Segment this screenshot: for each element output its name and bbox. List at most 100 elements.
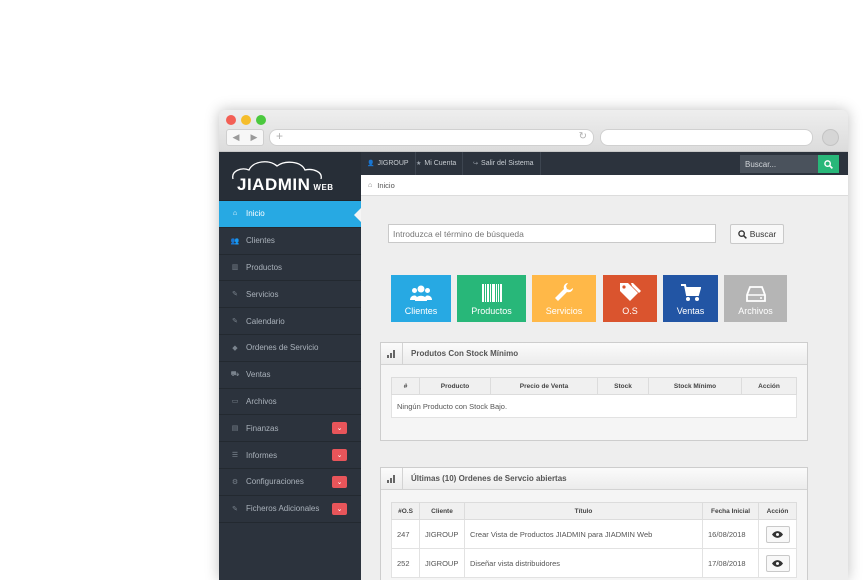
view-order-button[interactable] — [765, 525, 790, 543]
user-icon: 👤 — [367, 161, 375, 167]
column-header: Acción — [758, 502, 797, 520]
forward-arrow-icon[interactable]: ▶ — [251, 132, 258, 143]
tile-archivos[interactable]: Archivos — [724, 275, 787, 322]
tile-clientes[interactable]: Clientes — [391, 275, 451, 322]
order-client: JIGROUP — [419, 548, 465, 578]
home-icon: ⌂ — [368, 181, 373, 189]
address-bar[interactable]: + ↻ — [269, 129, 594, 146]
account-link[interactable]: ★ Mi Cuenta — [410, 152, 464, 175]
signal-icon — [381, 342, 403, 365]
stock-panel-header: Produtos Con Stock Mínimo — [381, 342, 807, 365]
top-search-button[interactable] — [818, 155, 839, 173]
view-order-button[interactable] — [765, 554, 790, 572]
stock-table: # Producto Precio de Venta Stock Stock M… — [391, 377, 797, 418]
users-icon: 👥 — [230, 237, 240, 245]
breadcrumb: ⌂ Inicio — [361, 175, 848, 196]
column-header: Stock Mínimo — [648, 377, 742, 395]
order-title: Crear Vista de Productos JIADMIN para JI… — [464, 519, 703, 549]
browser-nav-buttons[interactable]: ◀ ▶ — [226, 129, 264, 146]
sidebar-item-archivos[interactable]: ▭ Archivos — [219, 389, 361, 416]
signal-icon — [381, 467, 403, 490]
money-icon: ▤ — [231, 425, 239, 433]
empty-message: Ningún Producto con Stock Bajo. — [391, 394, 797, 418]
home-icon: ⌂ — [232, 210, 238, 218]
maximize-window-button[interactable] — [256, 115, 266, 125]
table-header-row: # Producto Precio de Venta Stock Stock M… — [391, 377, 797, 395]
sidebar-item-label: Ventas — [246, 370, 271, 380]
browser-window: ◀ ▶ + ↻ JIADMIN WEB ⌂ Inicio 👥 Clientes ▥ Prod… — [219, 110, 848, 580]
sidebar-item-label: Inicio — [246, 209, 265, 219]
orders-panel: Últimas (10) Ordenes de Servcio abiertas… — [380, 467, 808, 580]
orders-panel-header: Últimas (10) Ordenes de Servcio abiertas — [381, 467, 807, 490]
sidebar-item-ficheros-adicionales[interactable]: ✎ Ficheros Adicionales ⌄ — [219, 496, 361, 523]
share-icon: ↪ — [473, 161, 479, 167]
browser-chrome: ◀ ▶ + ↻ — [219, 110, 848, 152]
sidebar-item-configuraciones[interactable]: ⚙ Configuraciones ⌄ — [219, 469, 361, 496]
search-icon — [824, 159, 833, 169]
sidebar-item-servicios[interactable]: ✎ Servicios — [219, 281, 361, 309]
cart-icon — [680, 284, 701, 301]
barcode-icon: ▥ — [231, 264, 239, 272]
tile-ventas[interactable]: Ventas — [663, 275, 718, 322]
plus-icon: + — [276, 129, 284, 143]
sidebar-item-ordenes-de-servicio[interactable]: ◆ Ordenes de Servicio — [219, 335, 361, 362]
sidebar-item-informes[interactable]: ☰ Informes ⌄ — [219, 442, 361, 469]
order-id: 247 — [391, 519, 420, 549]
column-header: Título — [464, 502, 703, 520]
stock-panel-title: Produtos Con Stock Mínimo — [411, 349, 519, 358]
drive-icon: ▭ — [231, 398, 239, 406]
back-arrow-icon[interactable]: ◀ — [233, 132, 240, 143]
column-header: # — [391, 377, 420, 395]
order-id: 252 — [391, 548, 420, 578]
tile-os[interactable]: O.S — [603, 275, 657, 322]
logo[interactable]: JIADMIN WEB — [219, 152, 361, 201]
sidebar-item-inicio[interactable]: ⌂ Inicio — [219, 201, 361, 228]
chevron-down-icon[interactable]: ⌄ — [332, 422, 347, 435]
star-icon: ★ — [416, 161, 422, 167]
sidebar-item-ventas[interactable]: ⛟ Ventas — [219, 362, 361, 389]
sidebar-item-label: Archivos — [246, 396, 277, 406]
sidebar-item-label: Productos — [246, 262, 283, 272]
sidebar-item-finanzas[interactable]: ▤ Finanzas ⌄ — [219, 415, 361, 443]
wrench-icon: ✎ — [232, 318, 238, 326]
breadcrumb-home[interactable]: Inicio — [377, 181, 395, 190]
logout-link[interactable]: ↪ Salir del Sistema — [467, 152, 541, 175]
search-input[interactable]: Introduzca el término de búsqueda — [388, 224, 716, 243]
search-button[interactable]: Buscar — [730, 224, 784, 244]
column-header: Acción — [741, 377, 797, 395]
sidebar-item-calendario[interactable]: ✎ Calendario — [219, 308, 361, 335]
order-date: 16/08/2018 — [702, 519, 759, 549]
column-header: Fecha Inicial — [702, 502, 759, 520]
wrench-icon — [555, 283, 573, 301]
browser-search-field[interactable] — [600, 129, 813, 146]
reload-icon[interactable]: ↻ — [579, 131, 587, 142]
close-window-button[interactable] — [226, 115, 236, 125]
column-header: Precio de Venta — [490, 377, 598, 395]
sidebar-item-clientes[interactable]: 👥 Clientes — [219, 228, 361, 255]
gear-icon: ⚙ — [231, 478, 239, 486]
tags-icon — [620, 283, 641, 301]
main-content: ⌂ Inicio Introduzca el término de búsque… — [361, 175, 848, 580]
table-row: Ningún Producto con Stock Bajo. — [391, 394, 797, 418]
top-search-input[interactable]: Buscar... — [740, 155, 818, 173]
order-title: Diseñar vista distribuidores — [464, 548, 703, 578]
column-header: #O.S — [391, 502, 420, 520]
sidebar-item-label: Informes — [246, 450, 278, 460]
chevron-down-icon[interactable]: ⌄ — [332, 449, 347, 462]
sidebar-menu: ⌂ Inicio 👥 Clientes ▥ Productos ✎ Servicios ✎ Cal… — [219, 201, 361, 523]
chevron-down-icon[interactable]: ⌄ — [332, 502, 347, 515]
tile-servicios[interactable]: Servicios — [532, 275, 596, 322]
orders-panel-title: Últimas (10) Ordenes de Servcio abiertas — [411, 474, 567, 483]
cart-icon: ⛟ — [230, 371, 240, 379]
minimize-window-button[interactable] — [241, 115, 251, 125]
sidebar: JIADMIN WEB ⌂ Inicio 👥 Clientes ▥ Productos ✎ Se… — [219, 152, 361, 580]
tile-productos[interactable]: Productos — [457, 275, 526, 322]
browser-menu-button[interactable] — [822, 129, 839, 146]
order-date: 17/08/2018 — [702, 548, 759, 578]
sidebar-item-label: Configuraciones — [246, 477, 304, 487]
table-row: 252 JIGROUP Diseñar vista distribuidores… — [391, 548, 797, 578]
chevron-down-icon[interactable]: ⌄ — [332, 475, 347, 488]
sidebar-item-productos[interactable]: ▥ Productos — [219, 255, 361, 282]
eye-icon — [772, 559, 783, 567]
user-menu-link[interactable]: 👤 JIGROUP — [361, 152, 416, 175]
